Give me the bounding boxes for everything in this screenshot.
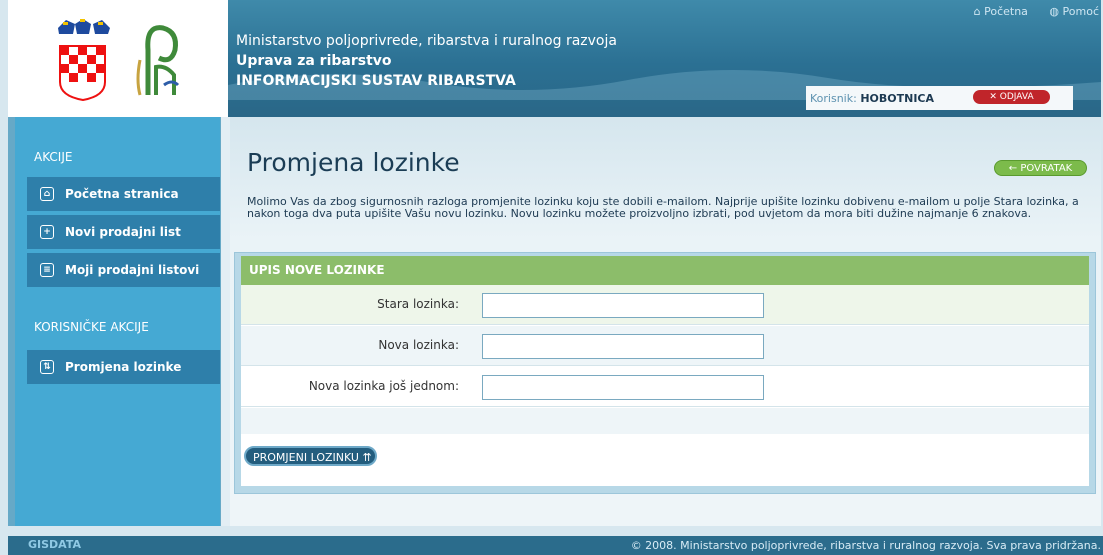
croatia-coat-of-arms-icon (53, 19, 180, 102)
user-name: HOBOTNICA (860, 92, 934, 105)
user-bar: Korisnik: HOBOTNICA ✕ ODJAVA (806, 86, 1073, 110)
department-name: Uprava za ribarstvo (236, 53, 392, 69)
footer: GISDATA © 2008. Ministarstvo poljoprivre… (8, 536, 1103, 555)
sidebar-section-user-actions: KORISNIČKE AKCIJE (34, 320, 149, 334)
confirm-password-label: Nova lozinka još jednom: (308, 379, 459, 393)
old-password-label: Stara lozinka: (377, 297, 459, 311)
sidebar-item-change-password[interactable]: ⇅ Promjena lozinke (27, 350, 220, 384)
description-text: Molimo Vas da zbog sigurnosnih razloga p… (247, 195, 1079, 220)
copyright-text: © 2008. Ministarstvo poljoprivrede, riba… (630, 539, 1101, 552)
user-label: Korisnik: (810, 92, 857, 105)
new-password-input[interactable] (482, 334, 764, 359)
new-doc-icon: + (40, 225, 54, 239)
password-icon: ⇅ (40, 360, 54, 374)
confirm-password-row: Nova lozinka još jednom: (241, 367, 1089, 407)
top-links: ⌂ Početna ◍ Pomoć (956, 5, 1099, 18)
back-button[interactable]: ← POVRATAK (994, 160, 1087, 176)
confirm-password-input[interactable] (482, 375, 764, 400)
help-link[interactable]: ◍ Pomoć (1049, 5, 1099, 18)
ministry-name: Ministarstvo poljoprivrede, ribarstva i … (236, 33, 617, 49)
new-password-row: Nova lozinka: (241, 326, 1089, 366)
sidebar-item-home[interactable]: ⌂ Početna stranica (27, 177, 220, 211)
gisdata-logo: GISDATA (28, 538, 81, 551)
logout-button[interactable]: ✕ ODJAVA (973, 90, 1050, 104)
list-doc-icon: ≡ (40, 263, 54, 277)
old-password-input[interactable] (482, 293, 764, 318)
home-icon: ⌂ (40, 187, 54, 201)
sidebar-item-my-sales-sheets[interactable]: ≡ Moji prodajni listovi (27, 253, 220, 287)
old-password-row: Stara lozinka: (241, 285, 1089, 325)
sidebar-section-actions: AKCIJE (34, 150, 73, 164)
panel-title: UPIS NOVE LOZINKE (241, 256, 1089, 285)
new-password-label: Nova lozinka: (378, 338, 459, 352)
page-title: Promjena lozinke (247, 148, 460, 177)
sidebar-item-new-sales-sheet[interactable]: + Novi prodajni list (27, 215, 220, 249)
logo-area (8, 0, 228, 117)
change-password-button[interactable]: PROMJENI LOZINKU ⇈ (244, 446, 377, 466)
system-name: INFORMACIJSKI SUSTAV RIBARSTVA (236, 73, 516, 89)
home-link[interactable]: ⌂ Početna (974, 5, 1028, 18)
